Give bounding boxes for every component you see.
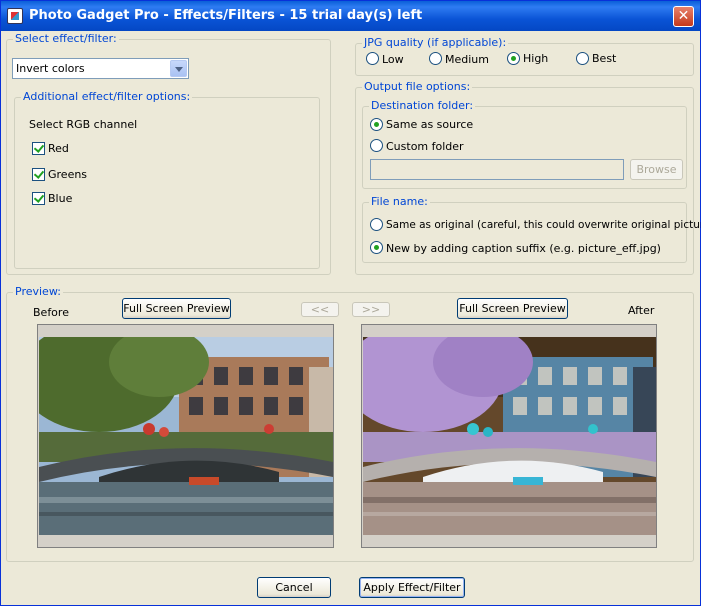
- quality-low-label[interactable]: Low: [382, 53, 404, 66]
- rgb-channel-label: Select RGB channel: [29, 118, 138, 131]
- quality-medium-radio[interactable]: [429, 52, 442, 65]
- jpg-quality-legend: JPG quality (if applicable):: [362, 36, 509, 49]
- cancel-button[interactable]: Cancel: [257, 577, 331, 598]
- browse-button[interactable]: Browse: [630, 159, 683, 180]
- same-as-original-radio[interactable]: [370, 218, 383, 231]
- greens-checkbox[interactable]: [32, 168, 45, 181]
- effect-select-value: Invert colors: [16, 62, 85, 75]
- after-preview-image: [363, 337, 656, 535]
- custom-folder-path-input[interactable]: [370, 159, 624, 180]
- close-button[interactable]: ✕: [673, 6, 694, 27]
- title-bar[interactable]: Photo Gadget Pro - Effects/Filters - 15 …: [1, 1, 700, 31]
- full-screen-preview-after-button[interactable]: Full Screen Preview: [457, 298, 568, 319]
- apply-effect-button[interactable]: Apply Effect/Filter: [359, 577, 465, 598]
- effect-select[interactable]: Invert colors: [12, 58, 189, 79]
- window-title: Photo Gadget Pro - Effects/Filters - 15 …: [29, 8, 423, 23]
- red-checkbox[interactable]: [32, 142, 45, 155]
- before-label: Before: [33, 306, 69, 319]
- red-label[interactable]: Red: [48, 142, 69, 155]
- new-suffix-label[interactable]: New by adding caption suffix (e.g. pictu…: [386, 242, 661, 255]
- effect-group-legend: Select effect/filter:: [13, 32, 119, 45]
- output-options-legend: Output file options:: [362, 80, 473, 93]
- quality-high-radio[interactable]: [507, 52, 520, 65]
- before-preview-image: [39, 337, 333, 535]
- quality-low-radio[interactable]: [366, 52, 379, 65]
- new-suffix-radio[interactable]: [370, 241, 383, 254]
- previous-button[interactable]: <<: [301, 302, 339, 317]
- same-as-original-label[interactable]: Same as original (careful, this could ov…: [386, 219, 701, 231]
- custom-folder-label[interactable]: Custom folder: [386, 140, 464, 153]
- destination-folder-legend: Destination folder:: [369, 99, 476, 112]
- additional-options-legend: Additional effect/filter options:: [21, 90, 193, 103]
- quality-best-label[interactable]: Best: [592, 52, 616, 65]
- effects-dialog: Photo Gadget Pro - Effects/Filters - 15 …: [0, 0, 701, 606]
- preview-legend: Preview:: [13, 285, 63, 298]
- quality-medium-label[interactable]: Medium: [445, 53, 489, 66]
- after-label: After: [628, 304, 655, 317]
- chevron-down-icon[interactable]: [170, 60, 187, 77]
- quality-best-radio[interactable]: [576, 52, 589, 65]
- quality-high-label[interactable]: High: [523, 52, 548, 65]
- after-preview-frame: [361, 324, 657, 548]
- file-name-legend: File name:: [369, 195, 430, 208]
- before-preview-frame: [37, 324, 334, 548]
- app-icon: [7, 8, 23, 24]
- greens-label[interactable]: Greens: [48, 168, 87, 181]
- full-screen-preview-before-button[interactable]: Full Screen Preview: [122, 298, 231, 319]
- same-as-source-label[interactable]: Same as source: [386, 118, 473, 131]
- blue-label[interactable]: Blue: [48, 192, 72, 205]
- custom-folder-radio[interactable]: [370, 139, 383, 152]
- blue-checkbox[interactable]: [32, 192, 45, 205]
- next-button[interactable]: >>: [352, 302, 390, 317]
- same-as-source-radio[interactable]: [370, 118, 383, 131]
